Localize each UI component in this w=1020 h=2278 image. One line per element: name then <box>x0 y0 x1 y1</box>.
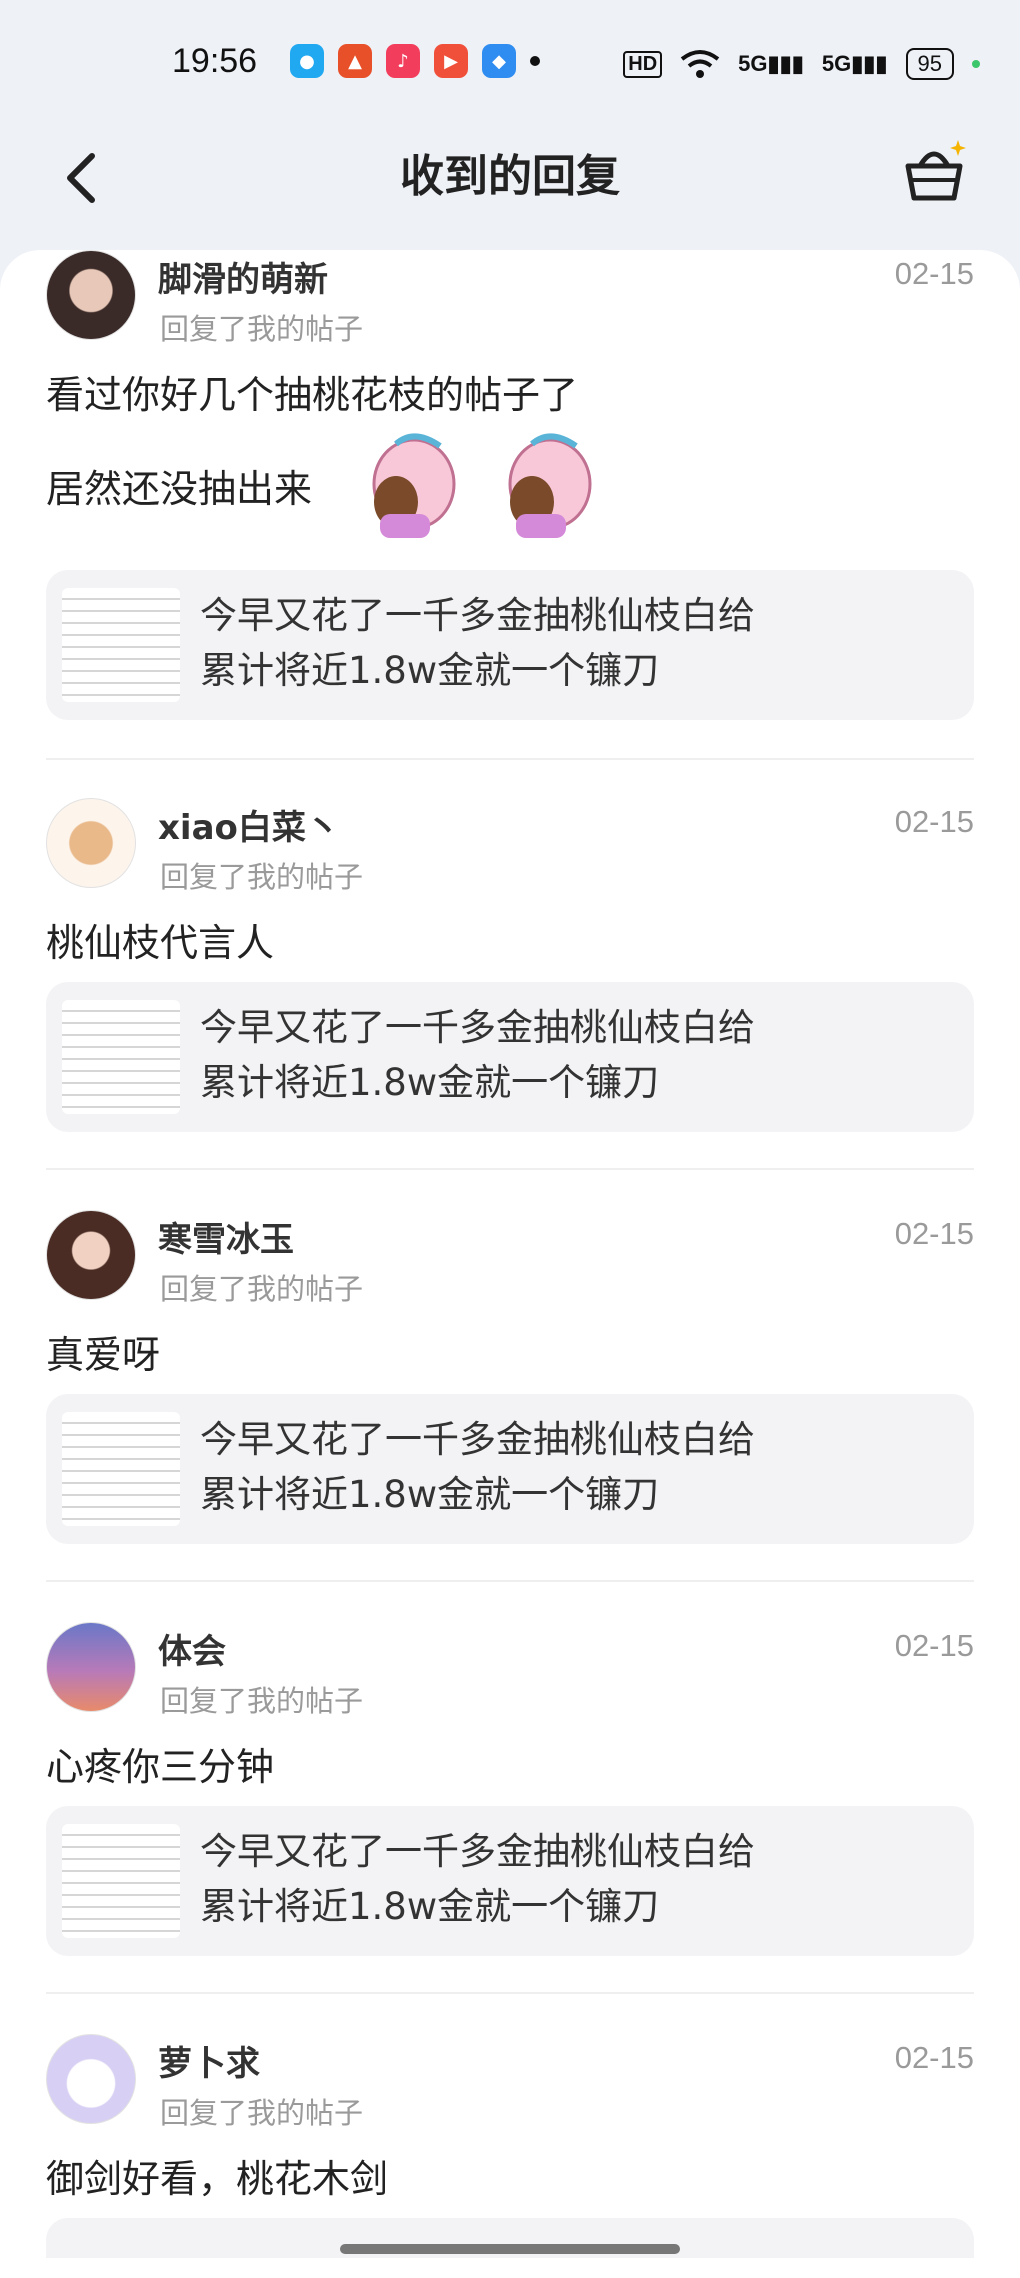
divider <box>46 1992 974 1994</box>
video-icon: ▶ <box>434 44 468 78</box>
reply-list: 脚滑的萌新 回复了我的帖子 02-15 看过你好几个抽桃花枝的帖子了 居然还没抽… <box>0 250 1020 2278</box>
divider <box>46 1580 974 1582</box>
post-thumbnail <box>62 1412 180 1526</box>
quoted-post[interactable]: 今早又花了一千多金抽桃仙枝白给 累计将近1.8w金就一个镰刀 <box>46 570 974 720</box>
quoted-post-text: 今早又花了一千多金抽桃仙枝白给 累计将近1.8w金就一个镰刀 <box>200 594 755 692</box>
basket-icon[interactable] <box>898 136 970 208</box>
status-bar: 19:56 ● ▲ ♪ ▶ ◆ HD 5G▮▮▮ 5G▮▮▮ 95 <box>0 0 1020 130</box>
privacy-dot-icon <box>972 60 980 68</box>
reply-text: 心疼你三分钟 <box>46 1745 275 1789</box>
qq-icon: ● <box>290 44 324 78</box>
home-indicator[interactable] <box>340 2244 680 2254</box>
reply-subtitle: 回复了我的帖子 <box>160 860 364 894</box>
quoted-post-text: 今早又花了一千多金抽桃仙枝白给 累计将近1.8w金就一个镰刀 <box>200 1830 755 1928</box>
reply-date: 02-15 <box>894 1216 974 1251</box>
reply-subtitle: 回复了我的帖子 <box>160 2096 364 2130</box>
signal-5g-icon: 5G▮▮▮ <box>738 51 804 76</box>
quoted-post[interactable]: 今早又花了一千多金抽桃仙枝白给 累计将近1.8w金就一个镰刀 <box>46 982 974 1132</box>
avatar[interactable] <box>46 1622 136 1712</box>
reply-subtitle: 回复了我的帖子 <box>160 1272 364 1306</box>
back-icon[interactable] <box>54 148 114 208</box>
more-dot-icon <box>530 56 540 66</box>
reply-date: 02-15 <box>894 2040 974 2075</box>
reply-text: 看过你好几个抽桃花枝的帖子了 <box>46 373 579 417</box>
username[interactable]: 脚滑的萌新 <box>158 252 328 301</box>
reply-subtitle: 回复了我的帖子 <box>160 312 364 346</box>
post-thumbnail <box>62 1824 180 1938</box>
quoted-post[interactable]: 今早又花了一千多金抽桃仙枝白给 累计将近1.8w金就一个镰刀 <box>46 1394 974 1544</box>
status-indicators: HD 5G▮▮▮ 5G▮▮▮ 95 <box>623 48 980 80</box>
username[interactable]: 寒雪冰玉 <box>158 1212 294 1261</box>
divider <box>46 1168 974 1170</box>
username[interactable]: 体会 <box>158 1624 226 1673</box>
post-thumbnail <box>62 1000 180 1114</box>
app-icon: ◆ <box>482 44 516 78</box>
quoted-post-text: 今早又花了一千多金抽桃仙枝白给 累计将近1.8w金就一个镰刀 <box>200 1006 755 1104</box>
reply-date: 02-15 <box>894 1628 974 1663</box>
reply-date: 02-15 <box>894 256 974 291</box>
nav-bar: 收到的回复 <box>0 130 1020 250</box>
signal-5g-icon-2: 5G▮▮▮ <box>821 51 888 76</box>
quoted-post-text: 今早又花了一千多金抽桃仙枝白给 累计将近1.8w金就一个镰刀 <box>200 1418 755 1516</box>
hd-icon: HD <box>623 50 663 78</box>
divider <box>46 758 974 760</box>
username[interactable]: 萝卜求 <box>158 2036 260 2085</box>
avatar[interactable] <box>46 798 136 888</box>
avatar[interactable] <box>46 1210 136 1300</box>
notification-icons: ● ▲ ♪ ▶ ◆ <box>290 44 540 78</box>
wifi-icon <box>680 50 720 78</box>
reply-text-line2: 居然还没抽出来 <box>46 467 313 511</box>
pig-sticker-icon <box>372 433 456 538</box>
post-thumbnail <box>62 588 180 702</box>
pig-sticker-icon <box>508 433 592 538</box>
reply-text: 真爱呀 <box>46 1333 161 1377</box>
reply-text: 御剑好看，桃花木剑 <box>46 2157 389 2201</box>
avatar[interactable] <box>46 250 136 340</box>
battery-icon: 95 <box>905 48 954 80</box>
reply-text: 桃仙枝代言人 <box>46 921 275 965</box>
status-time: 19:56 <box>172 42 258 80</box>
page-title: 收到的回复 <box>400 151 620 202</box>
quoted-post[interactable]: 今早又花了一千多金抽桃仙枝白给 累计将近1.8w金就一个镰刀 <box>46 1806 974 1956</box>
music-icon: ♪ <box>386 44 420 78</box>
username[interactable]: xiao白菜丶 <box>158 800 340 849</box>
reply-subtitle: 回复了我的帖子 <box>160 1684 364 1718</box>
app-icon: ▲ <box>338 44 372 78</box>
avatar[interactable] <box>46 2034 136 2124</box>
reply-date: 02-15 <box>894 804 974 839</box>
